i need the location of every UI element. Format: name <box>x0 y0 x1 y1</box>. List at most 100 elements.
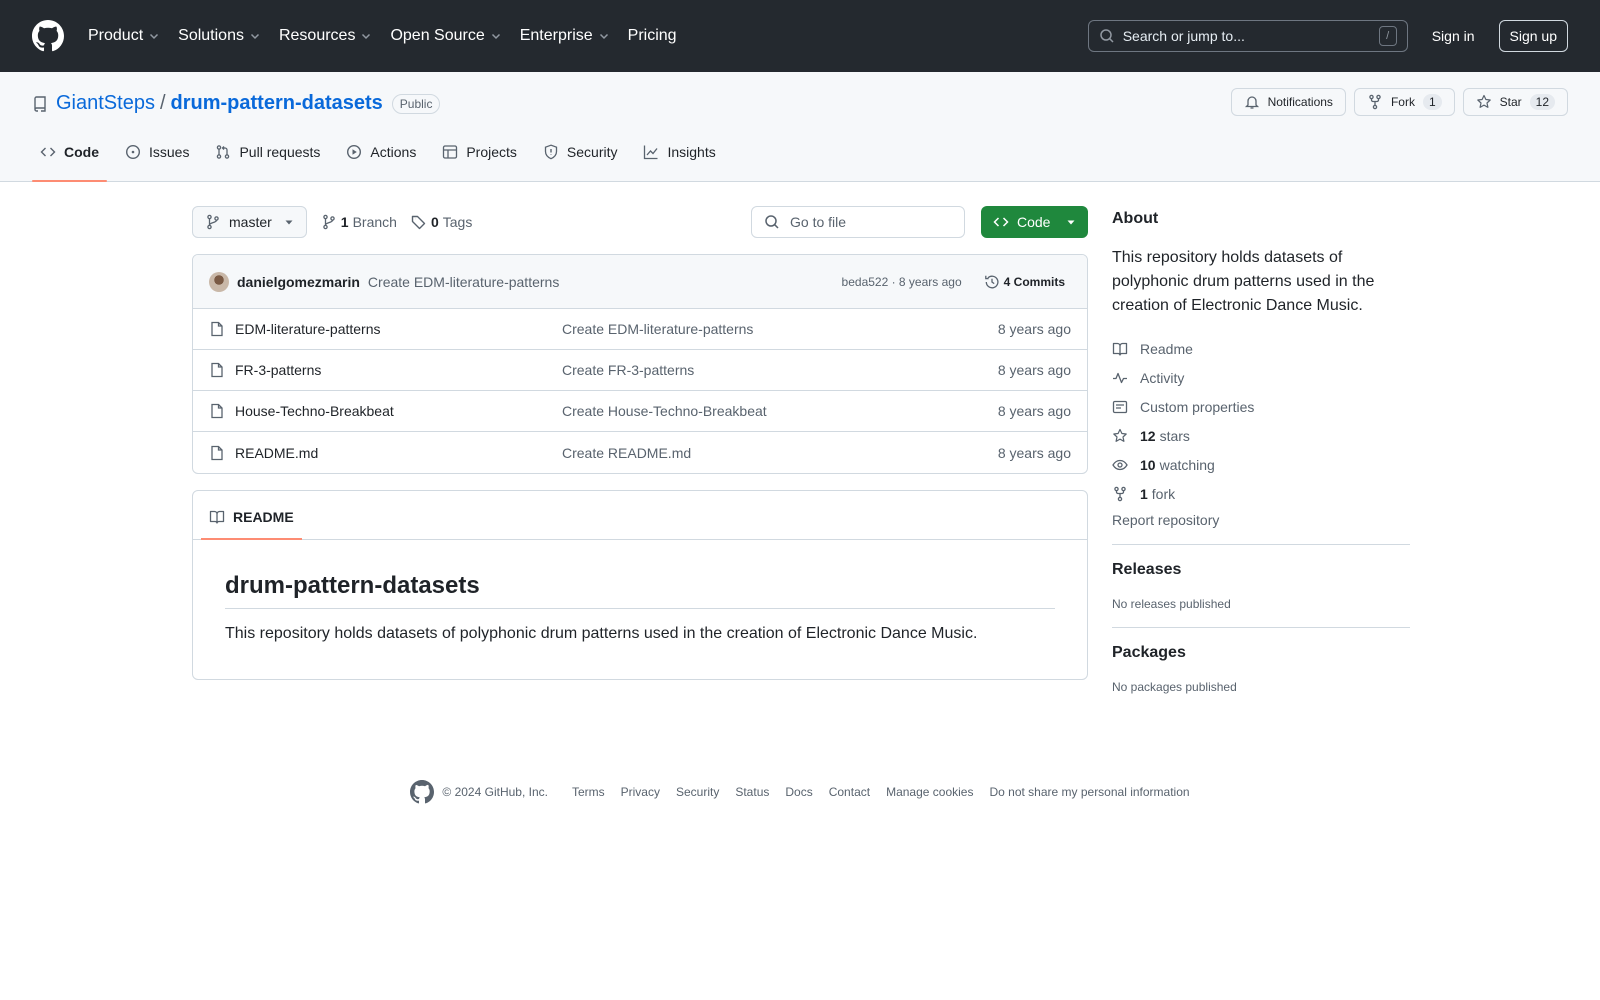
activity-link[interactable]: Activity <box>1112 363 1410 392</box>
footer-link-do-not-share[interactable]: Do not share my personal information <box>989 785 1189 799</box>
commit-hash-time[interactable]: beda522 · 8 years ago <box>842 275 962 289</box>
file-icon <box>211 321 223 337</box>
report-repository-link[interactable]: Report repository <box>1112 512 1410 528</box>
commit-message-link[interactable]: Create EDM-literature-patterns <box>368 274 559 290</box>
file-age: 8 years ago <box>997 444 1071 461</box>
tags-link[interactable]: 0 Tags <box>411 214 472 230</box>
file-browser: danielgomezmarin Create EDM-literature-p… <box>192 254 1088 474</box>
table-row[interactable]: EDM-literature-patterns Create EDM-liter… <box>193 309 1087 350</box>
about-links: Readme Activity Custom properties 12 star… <box>1112 334 1410 508</box>
table-row[interactable]: House-Techno-Breakbeat Create House-Tech… <box>193 391 1087 432</box>
readme-header: README <box>193 491 1087 540</box>
notifications-button[interactable]: Notifications <box>1230 88 1346 116</box>
code-icon <box>40 147 56 157</box>
caret-down-icon <box>1067 220 1075 225</box>
table-row[interactable]: FR-3-patterns Create FR-3-patterns 8 yea… <box>193 350 1087 391</box>
tab-issues[interactable]: Issues <box>117 137 197 181</box>
tab-insights[interactable]: Insights <box>635 137 723 181</box>
file-commit-message[interactable]: Create House-Techno-Breakbeat <box>562 403 998 419</box>
footer-link-manage-cookies[interactable]: Manage cookies <box>886 785 973 799</box>
packages-title[interactable]: Packages <box>1112 644 1410 662</box>
tab-projects[interactable]: Projects <box>434 137 525 181</box>
commits-count: 4 Commits <box>1003 274 1065 289</box>
tab-security[interactable]: Security <box>535 137 626 181</box>
branches-link[interactable]: 1 Branch <box>321 214 397 230</box>
fork-button[interactable]: Fork 1 <box>1353 88 1455 116</box>
footer-link-status[interactable]: Status <box>735 785 769 799</box>
visibility-badge: Public <box>391 93 441 114</box>
watching-text: 10 watching <box>1140 457 1215 473</box>
avatar[interactable] <box>209 271 229 292</box>
file-name-link[interactable]: EDM-literature-patterns <box>235 321 562 337</box>
file-commit-message[interactable]: Create FR-3-patterns <box>562 362 998 378</box>
activity-link-label: Activity <box>1140 369 1185 386</box>
repo-name-link[interactable]: drum-pattern-datasets <box>171 92 383 115</box>
nav-label: Open Source <box>390 27 485 44</box>
go-to-file-input[interactable]: Go to file <box>751 206 965 238</box>
global-search-input[interactable]: Search or jump to... / <box>1087 20 1408 52</box>
nav-product[interactable]: Product <box>88 27 160 45</box>
readme-link[interactable]: Readme <box>1112 334 1410 363</box>
file-icon <box>211 403 223 419</box>
readme-panel: README drum-pattern-datasets This reposi… <box>192 490 1088 680</box>
stars-label: stars <box>1159 427 1190 444</box>
github-logo-icon[interactable] <box>32 20 64 52</box>
watching-link[interactable]: 10 watching <box>1112 450 1410 479</box>
book-icon <box>1112 342 1128 356</box>
nav-solutions[interactable]: Solutions <box>178 27 261 45</box>
nav-label: Solutions <box>178 27 244 44</box>
footer-link-contact[interactable]: Contact <box>829 785 870 799</box>
footer-copyright: © 2024 GitHub, Inc. <box>442 785 548 799</box>
eye-icon <box>1112 459 1128 470</box>
star-label: Star <box>1499 95 1522 109</box>
file-commit-message[interactable]: Create EDM-literature-patterns <box>562 321 998 337</box>
sign-up-button[interactable]: Sign up <box>1498 20 1568 52</box>
readme-body: drum-pattern-datasets This repository ho… <box>193 540 1087 679</box>
releases-empty: No releases published <box>1112 597 1231 611</box>
custom-properties-link[interactable]: Custom properties <box>1112 392 1410 421</box>
github-logo-icon[interactable] <box>410 780 435 804</box>
repo-owner-link[interactable]: GiantSteps <box>56 92 155 115</box>
pull-request-icon <box>217 145 230 159</box>
footer-link-terms[interactable]: Terms <box>572 785 605 799</box>
tab-code[interactable]: Code <box>32 137 107 182</box>
divider <box>1112 544 1410 545</box>
nav-enterprise[interactable]: Enterprise <box>520 27 610 45</box>
file-name-link[interactable]: House-Techno-Breakbeat <box>235 403 562 419</box>
tab-actions[interactable]: Actions <box>338 137 424 181</box>
star-button[interactable]: Star 12 <box>1462 88 1568 116</box>
branch-selector[interactable]: master <box>192 206 307 238</box>
footer-link-security[interactable]: Security <box>676 785 719 799</box>
code-dropdown-button[interactable]: Code <box>981 206 1088 238</box>
tab-pull-requests[interactable]: Pull requests <box>207 137 328 181</box>
nav-pricing[interactable]: Pricing <box>628 27 677 45</box>
nav-resources[interactable]: Resources <box>279 27 372 45</box>
readme-link-label: Readme <box>1140 340 1193 357</box>
file-commit-message[interactable]: Create README.md <box>562 445 998 461</box>
file-name-link[interactable]: FR-3-patterns <box>235 362 562 378</box>
forks-label: fork <box>1151 485 1176 502</box>
tab-readme[interactable]: README <box>201 509 302 540</box>
sign-in-link[interactable]: Sign in <box>1432 28 1475 44</box>
history-icon <box>984 275 999 288</box>
commit-author-link[interactable]: danielgomezmarin <box>237 274 360 290</box>
footer-link-privacy[interactable]: Privacy <box>621 785 660 799</box>
file-name-link[interactable]: README.md <box>235 445 562 461</box>
commit-meta: beda522 · 8 years ago 4 Commits <box>842 274 1071 290</box>
nav-open-source[interactable]: Open Source <box>390 27 501 45</box>
search-shortcut-key: / <box>1378 26 1397 46</box>
divider <box>1112 627 1410 628</box>
branch-count: 1 <box>340 214 349 230</box>
releases-title[interactable]: Releases <box>1112 561 1410 579</box>
footer-link-docs[interactable]: Docs <box>785 785 812 799</box>
about-description: This repository holds datasets of polyph… <box>1112 249 1375 314</box>
commits-history-link[interactable]: 4 Commits <box>978 274 1071 290</box>
repo-tabs: Code Issues Pull requests Actions Projec… <box>32 137 734 182</box>
stars-text: 12 stars <box>1140 428 1190 444</box>
chevron-down-icon <box>150 33 159 40</box>
fork-icon <box>1114 486 1126 501</box>
table-row[interactable]: README.md Create README.md 8 years ago <box>193 432 1087 473</box>
stars-link[interactable]: 12 stars <box>1112 421 1410 450</box>
forks-link[interactable]: 1 fork <box>1112 479 1410 508</box>
main-content: master 1 Branch 0 Tags Go to file Code d… <box>192 206 1088 680</box>
